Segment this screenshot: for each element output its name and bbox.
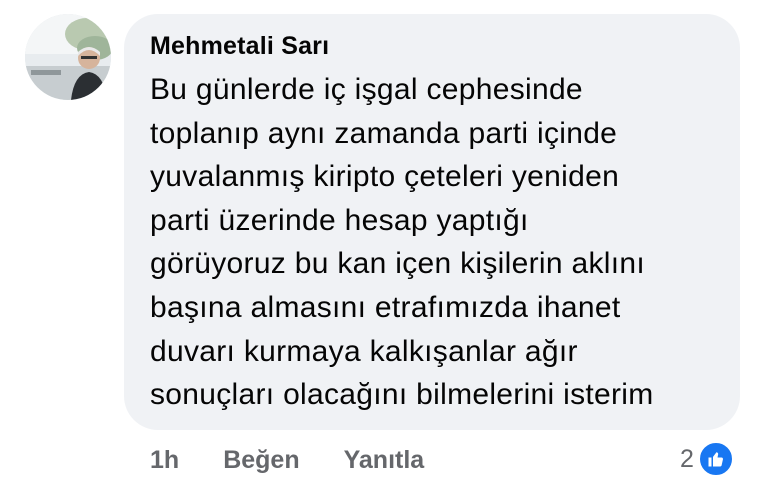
avatar[interactable]: [25, 14, 111, 100]
reaction-summary[interactable]: 2: [680, 440, 734, 478]
comment-text-line: duvarı kurmaya kalkışanlar ağır: [150, 334, 578, 368]
comment-text: Bu günlerde iç işgal cephesinde toplanıp…: [150, 68, 716, 417]
reply-button[interactable]: Yanıtla: [344, 446, 425, 475]
comment-text-line: Bu günlerde iç işgal cephesinde: [150, 73, 583, 106]
avatar-photo: [25, 14, 111, 100]
like-button[interactable]: Beğen: [223, 446, 299, 475]
comment-text-line: başına almasını etrafımızda ihanet: [150, 290, 621, 324]
comment-text-line: yuvalanmış kiripto çeteleri yeniden: [150, 160, 620, 194]
comment-actions: 1h Beğen Yanıtla: [150, 442, 424, 478]
comment-text-line: parti üzerinde hesap yaptığı: [150, 203, 529, 237]
comment: Mehmetali Sarı Bu günlerde iç işgal ceph…: [0, 0, 768, 490]
comment-text-line: toplanıp aynı zamanda parti içinde: [150, 116, 618, 150]
comment-bubble: Mehmetali Sarı Bu günlerde iç işgal ceph…: [124, 14, 740, 430]
comment-author[interactable]: Mehmetali Sarı: [150, 30, 716, 62]
comment-text-line: görüyoruz bu kan içen kişilerin aklını: [150, 247, 645, 281]
thumbs-up-icon: [697, 441, 734, 477]
comment-timestamp[interactable]: 1h: [150, 446, 179, 475]
reaction-count: 2: [680, 444, 694, 473]
comment-text-line: sonuçları olacağını bilmelerini isterim: [150, 378, 654, 412]
